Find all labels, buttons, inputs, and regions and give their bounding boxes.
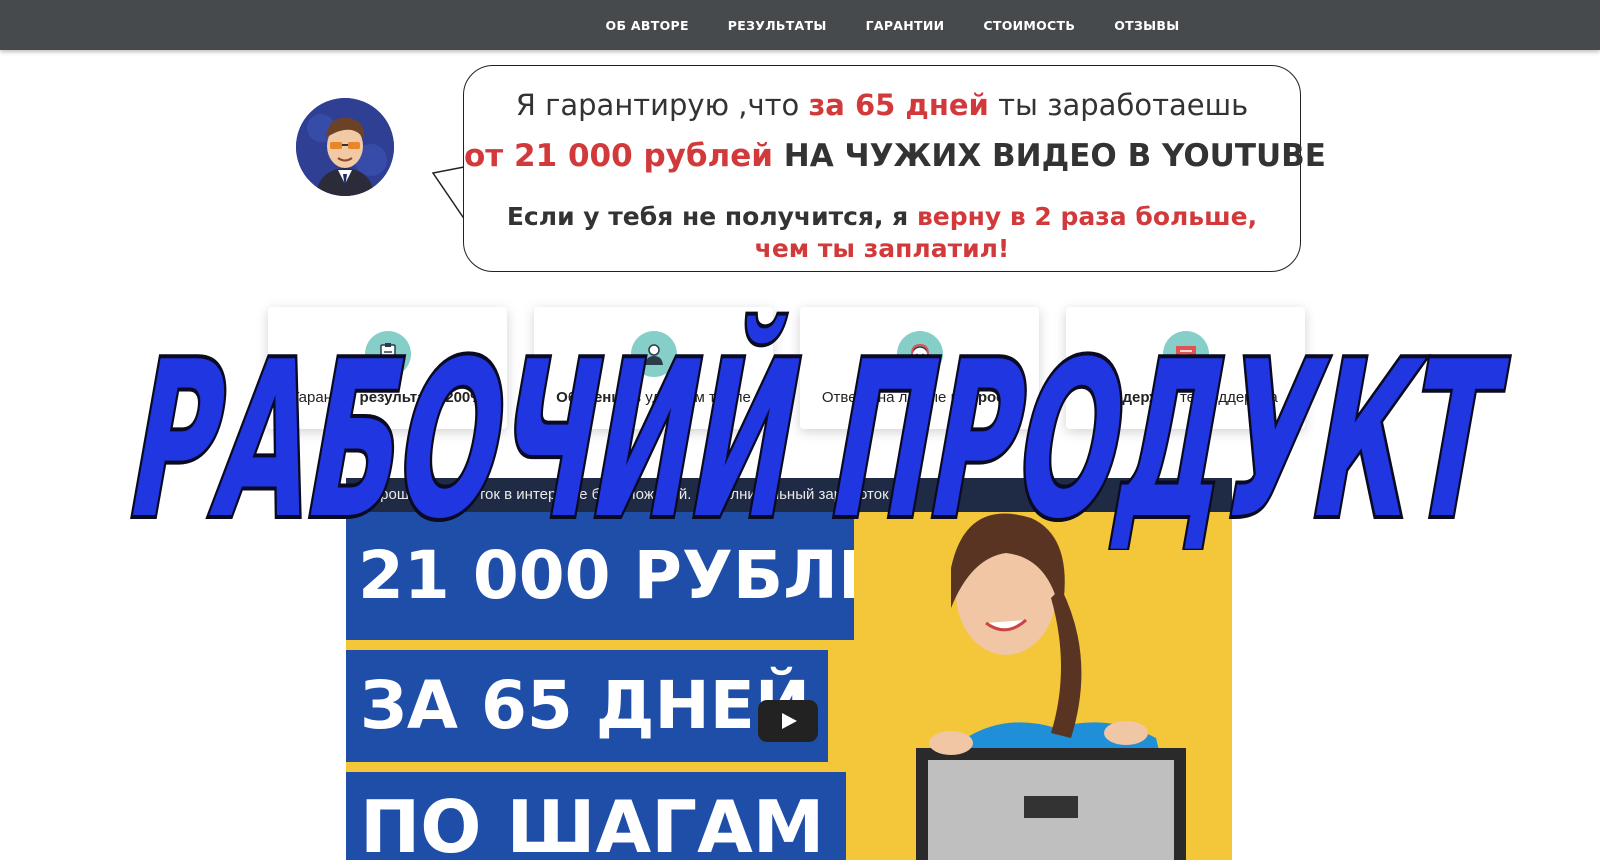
- bubble-line-3: Если у тебя не получится, я верну в 2 ра…: [506, 202, 1258, 263]
- nav-link-about-author[interactable]: ОБ АВТОРЕ: [606, 18, 689, 33]
- author-avatar: [296, 98, 394, 196]
- video-thumbnail-caption-3: ПО ШАГАМ: [346, 772, 846, 860]
- bubble-line-2: от 21 000 рублей НА ЧУЖИХ ВИДЕО В YOUTUB…: [464, 138, 1326, 174]
- person-icon: [630, 331, 677, 377]
- nav-link-price[interactable]: СТОИМОСТЬ: [983, 18, 1075, 33]
- feature-text: Обучение в удобном темпе: [556, 389, 751, 406]
- play-button-icon[interactable]: [758, 700, 818, 742]
- guarantee-speech-bubble: Я гарантирую ,что за 65 дней ты заработа…: [463, 65, 1326, 272]
- headset-icon: [896, 331, 943, 377]
- clipboard-icon: [364, 331, 411, 377]
- feature-text: Поддержка техподдержка: [1093, 389, 1278, 406]
- girl-with-briefcase-image: [916, 513, 1186, 860]
- bubble-line-1: Я гарантирую ,что за 65 дней ты заработа…: [515, 88, 1249, 122]
- chat-icon: [1162, 331, 1209, 377]
- video-player[interactable]: Хороший заработок в интернете без вложен…: [346, 478, 1232, 860]
- feature-card-learning: Обучение в удобном темпе: [534, 307, 773, 429]
- nav-link-guarantees[interactable]: ГАРАНТИИ: [866, 18, 945, 33]
- features-row: Гарантия результата 200% Обучение в удоб…: [268, 307, 1305, 429]
- video-thumbnail-caption-2: ЗА 65 ДНЕЙ: [346, 650, 828, 762]
- video-thumbnail-caption-1: 21 000 РУБЛЕЙ: [346, 512, 854, 640]
- top-navigation: ОБ АВТОРЕ РЕЗУЛЬТАТЫ ГАРАНТИИ СТОИМОСТЬ …: [0, 0, 1600, 50]
- nav-link-reviews[interactable]: ОТЗЫВЫ: [1114, 18, 1179, 33]
- feature-card-support: Поддержка техподдержка: [1066, 307, 1305, 429]
- feature-text: Гарантия результата 200%: [291, 389, 484, 406]
- nav-link-results[interactable]: РЕЗУЛЬТАТЫ: [728, 18, 827, 33]
- feature-card-guarantee: Гарантия результата 200%: [268, 307, 507, 429]
- feature-text: Ответы на любые вопросы: [821, 389, 1018, 406]
- nav-menu: ОБ АВТОРЕ РЕЗУЛЬТАТЫ ГАРАНТИИ СТОИМОСТЬ …: [421, 18, 1180, 33]
- feature-card-answers: Ответы на любые вопросы: [800, 307, 1039, 429]
